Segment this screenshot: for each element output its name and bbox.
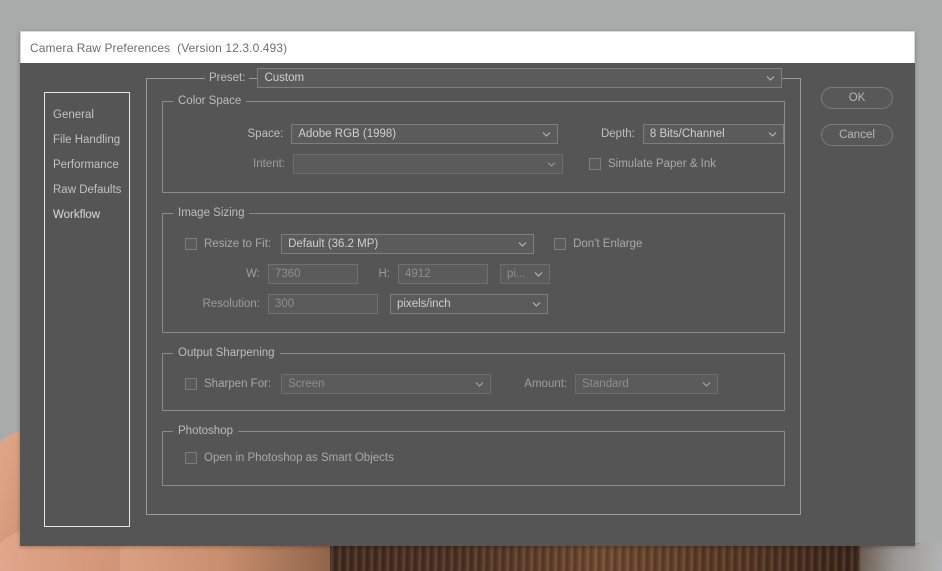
ok-button-label: OK	[848, 92, 866, 104]
amount-select[interactable]: Standard	[575, 374, 719, 394]
image-sizing-group: Image Sizing Resize to Fit: Default (36.…	[162, 207, 785, 333]
open-as-smart-objects-label: Open in Photoshop as Smart Objects	[204, 452, 394, 464]
space-label: Space:	[247, 128, 284, 140]
workflow-settings-pane: Preset: Custom Color Space Space: Adobe …	[146, 68, 801, 546]
image-sizing-legend: Image Sizing	[173, 207, 250, 219]
open-as-smart-objects-checkbox[interactable]	[185, 452, 197, 464]
preset-select[interactable]: Custom	[257, 68, 782, 88]
sidebar-item-raw-defaults[interactable]: Raw Defaults	[45, 178, 129, 203]
amount-value: Standard	[582, 378, 629, 390]
sidebar-item-label: General	[53, 109, 94, 121]
space-value: Adobe RGB (1998)	[298, 128, 397, 140]
sharpen-for-select[interactable]: Screen	[281, 374, 492, 394]
depth-select[interactable]: 8 Bits/Channel	[642, 124, 784, 144]
sidebar-item-file-handling[interactable]: File Handling	[45, 128, 129, 153]
height-label: H:	[378, 268, 391, 280]
height-input[interactable]: 4912	[398, 264, 488, 284]
preset-row: Preset: Custom	[205, 68, 782, 88]
dialog-body: General File Handling Performance Raw De…	[20, 63, 915, 546]
dialog-buttons: OK Cancel	[821, 87, 893, 161]
resize-to-fit-select[interactable]: Default (36.2 MP)	[281, 234, 535, 254]
camera-raw-preferences-window: Camera Raw Preferences (Version 12.3.0.4…	[20, 31, 915, 546]
chevron-down-icon	[547, 160, 556, 169]
preset-label: Preset:	[205, 72, 250, 84]
sidebar-item-performance[interactable]: Performance	[45, 153, 129, 178]
chevron-down-icon	[768, 130, 777, 139]
resize-to-fit-checkbox[interactable]	[185, 238, 197, 250]
sidebar-item-label: Raw Defaults	[53, 184, 122, 196]
photo-hair	[330, 543, 920, 571]
chevron-down-icon	[766, 74, 775, 83]
intent-label: Intent:	[253, 158, 285, 170]
resolution-units-value: pixels/inch	[397, 298, 451, 310]
sidebar-item-label: File Handling	[53, 134, 121, 146]
chevron-down-icon	[542, 130, 551, 139]
size-units-select[interactable]: pi...	[500, 264, 550, 284]
width-label: W:	[246, 268, 260, 280]
chevron-down-icon	[518, 240, 527, 249]
width-value: 7360	[275, 268, 301, 280]
chevron-down-icon	[532, 300, 541, 309]
height-value: 4912	[405, 268, 431, 280]
resize-to-fit-value: Default (36.2 MP)	[288, 238, 379, 250]
amount-label: Amount:	[524, 378, 568, 390]
resolution-value: 300	[275, 298, 295, 310]
dont-enlarge-checkbox[interactable]	[554, 238, 567, 250]
depth-value: 8 Bits/Channel	[649, 128, 725, 140]
resolution-input[interactable]: 300	[268, 294, 378, 314]
color-space-group: Color Space Space: Adobe RGB (1998) Dept…	[162, 95, 785, 193]
width-input[interactable]: 7360	[268, 264, 358, 284]
preferences-sidebar: General File Handling Performance Raw De…	[44, 92, 130, 527]
cancel-button-label: Cancel	[839, 129, 875, 141]
sidebar-item-general[interactable]: General	[45, 103, 129, 128]
resolution-label: Resolution:	[202, 298, 260, 310]
title-bar: Camera Raw Preferences (Version 12.3.0.4…	[20, 31, 915, 63]
space-select[interactable]: Adobe RGB (1998)	[291, 124, 558, 144]
sidebar-item-label: Performance	[53, 159, 119, 171]
sharpen-for-label: Sharpen For:	[204, 378, 272, 390]
sidebar-item-label: Workflow	[53, 209, 101, 221]
sharpen-for-value: Screen	[288, 378, 325, 390]
chevron-down-icon	[475, 380, 484, 389]
ok-button[interactable]: OK	[821, 87, 893, 109]
sidebar-item-workflow[interactable]: Workflow	[45, 203, 129, 228]
size-units-value: pi...	[507, 268, 526, 280]
workflow-outer-group: Preset: Custom Color Space Space: Adobe …	[146, 68, 801, 515]
resolution-units-select[interactable]: pixels/inch	[390, 294, 548, 314]
color-space-legend: Color Space	[173, 95, 247, 107]
preset-value: Custom	[264, 72, 305, 84]
cancel-button[interactable]: Cancel	[821, 124, 893, 146]
window-title: Camera Raw Preferences (Version 12.3.0.4…	[30, 40, 288, 55]
simulate-paper-ink-label: Simulate Paper & Ink	[608, 158, 717, 170]
chevron-down-icon	[702, 380, 711, 389]
intent-select[interactable]	[293, 154, 563, 174]
dont-enlarge-label: Don't Enlarge	[573, 238, 643, 250]
sharpen-for-checkbox[interactable]	[185, 378, 197, 390]
photoshop-legend: Photoshop	[173, 425, 238, 437]
output-sharpening-legend: Output Sharpening	[173, 347, 280, 359]
depth-label: Depth:	[600, 128, 635, 140]
output-sharpening-group: Output Sharpening Sharpen For: Screen Am…	[162, 347, 785, 411]
simulate-paper-ink-checkbox[interactable]	[589, 158, 601, 170]
photo-hair-edge	[860, 543, 942, 571]
resize-to-fit-label: Resize to Fit:	[204, 238, 272, 250]
photoshop-group: Photoshop Open in Photoshop as Smart Obj…	[162, 425, 785, 486]
chevron-down-icon	[534, 270, 543, 279]
